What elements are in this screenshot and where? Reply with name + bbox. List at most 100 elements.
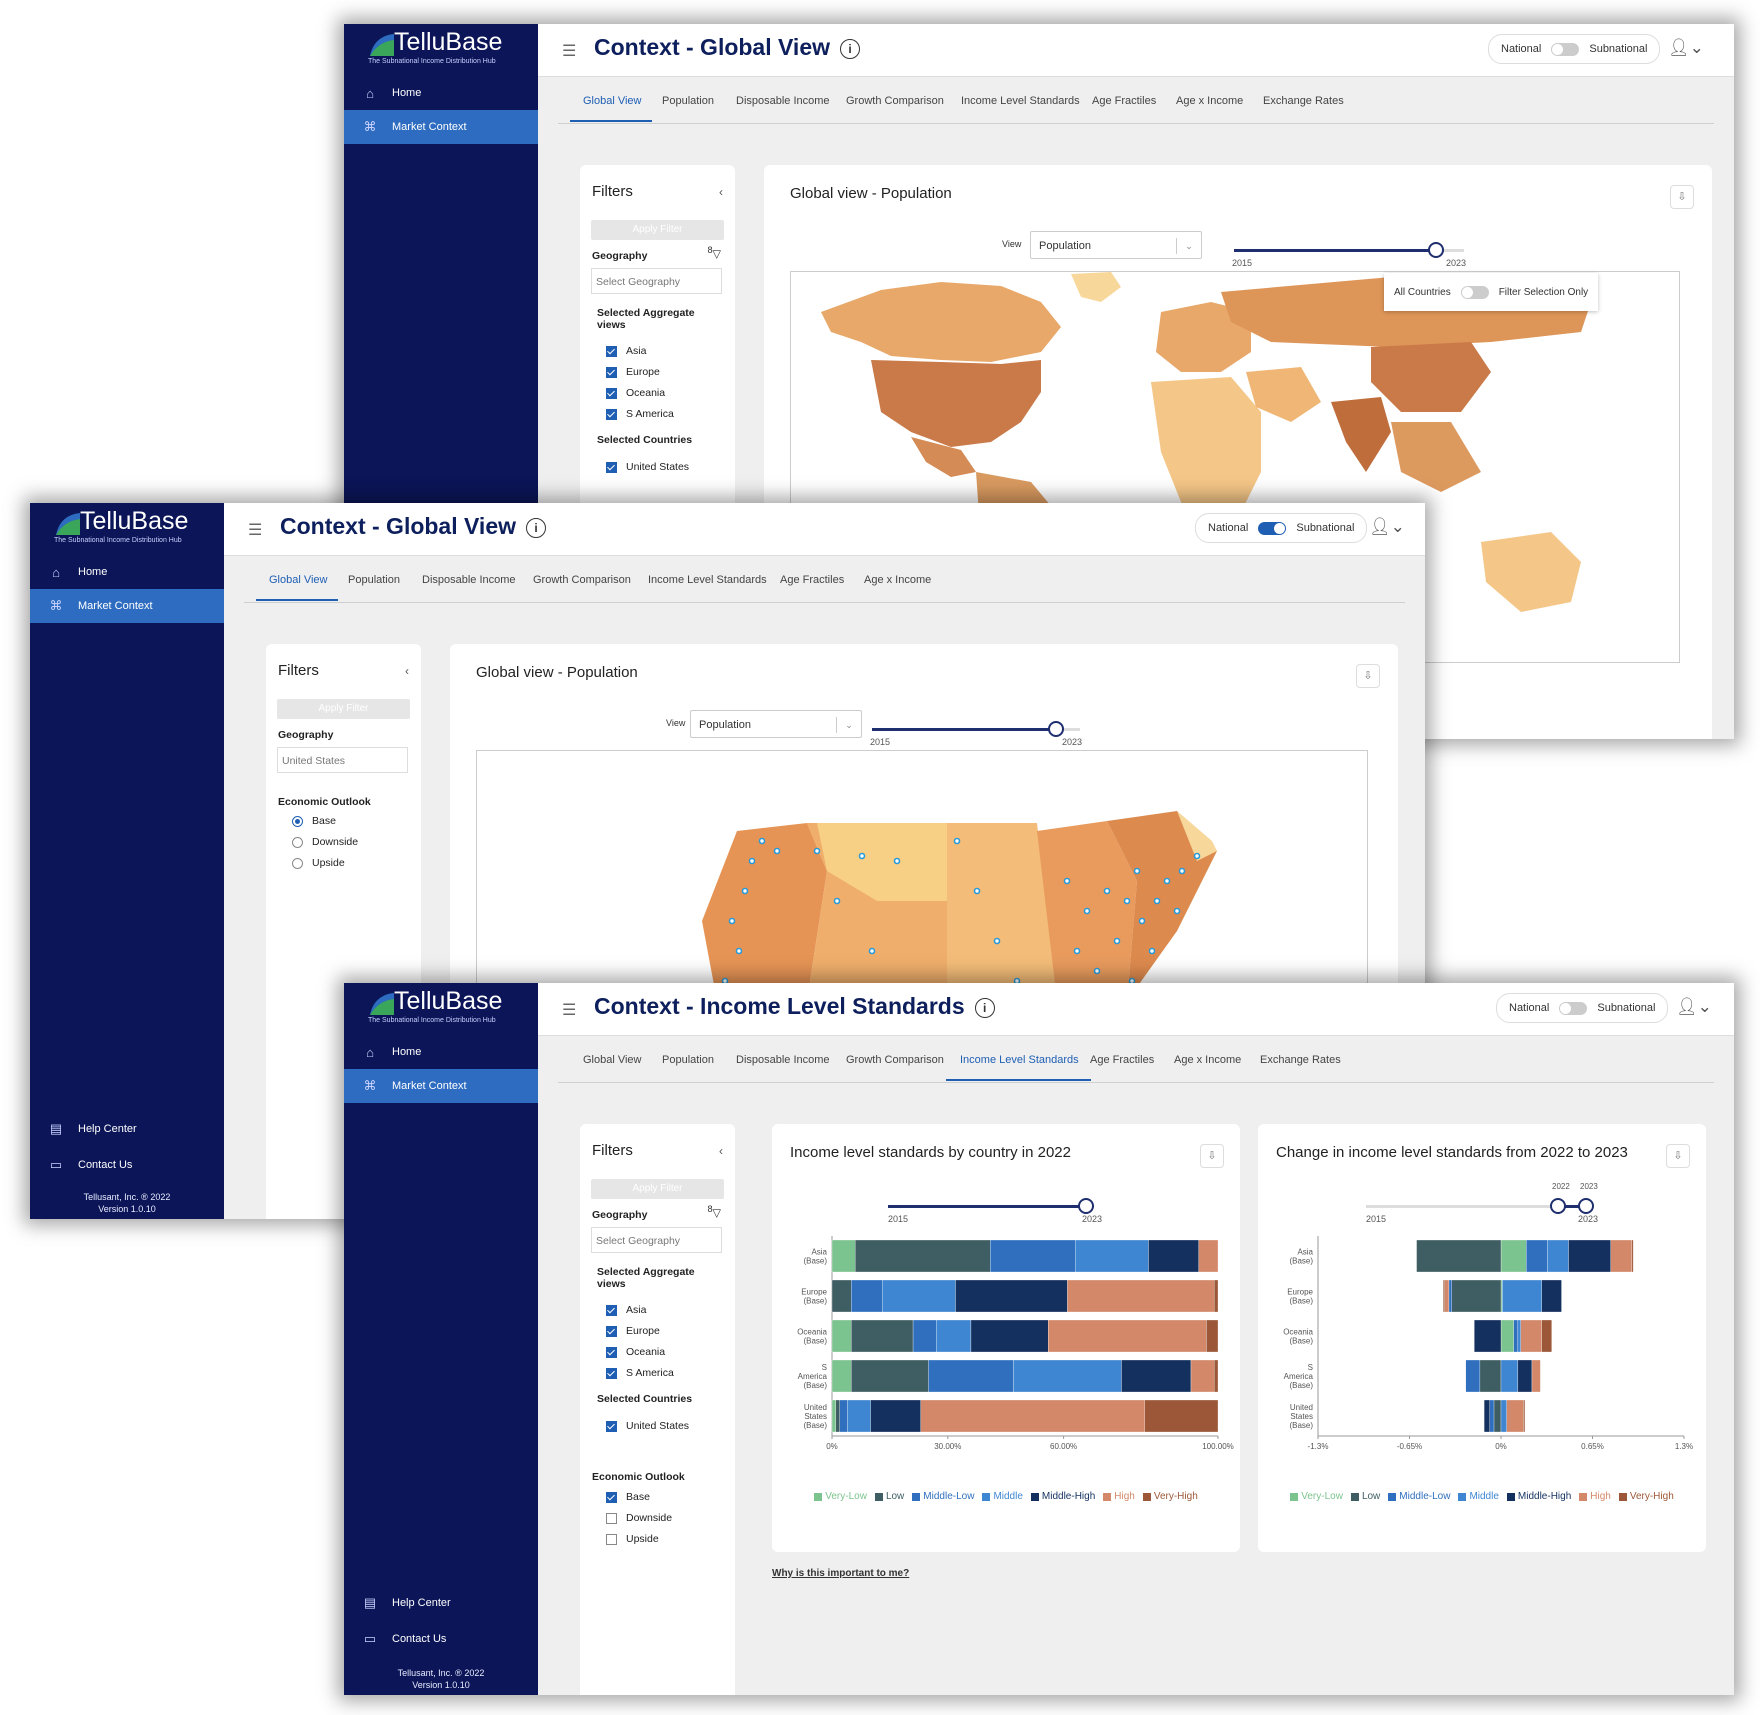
bar-segment-low[interactable] [835,1399,840,1433]
bar-segment-high[interactable] [1531,1359,1541,1393]
bar-segment-high[interactable] [920,1399,1145,1433]
bar-segment-middle-low[interactable] [1489,1399,1495,1433]
legend-item-low[interactable]: Low [874,1491,904,1502]
bar-segment-high[interactable] [1520,1319,1542,1353]
legend-item-high[interactable]: High [1579,1491,1611,1502]
bar-segment-very-high[interactable] [1213,1279,1219,1313]
hamburger-menu-icon[interactable]: ☰ [248,520,262,540]
bar-segment-middle-low[interactable] [839,1399,848,1433]
tab-disposable-income[interactable]: Disposable Income [736,1054,830,1066]
bar-segment-middle-low[interactable] [851,1279,883,1313]
legend-item-middle-low[interactable]: Middle-Low [912,1491,974,1502]
geography-input[interactable]: United States [277,747,408,773]
map-india[interactable] [1331,397,1391,472]
legend-item-very-high[interactable]: Very-High [1142,1491,1198,1502]
checkbox-europe[interactable]: Europe [606,366,660,378]
radio-button[interactable] [292,836,303,848]
checkbox-upside[interactable]: Upside [606,1533,659,1545]
bar-segment-middle-high[interactable] [1474,1319,1502,1353]
map-country-toggle[interactable]: All Countries Filter Selection Only [1384,273,1599,311]
radio-upside[interactable]: Upside [292,857,345,869]
collapse-chevron-icon[interactable]: ‹ [405,664,409,678]
tab-disposable-income[interactable]: Disposable Income [736,95,830,107]
tab-growth-comparison[interactable]: Growth Comparison [533,574,631,586]
tab-income-level-standards[interactable]: Income Level Standards [961,95,1080,107]
bar-segment-very-low[interactable] [831,1399,837,1433]
tab-age-x-income[interactable]: Age x Income [864,574,931,586]
tab-global-view[interactable]: Global View [583,1054,642,1066]
legend-item-very-low[interactable]: Very-Low [1290,1491,1343,1502]
checkbox-box[interactable] [606,1533,617,1545]
tab-age-x-income[interactable]: Age x Income [1174,1054,1241,1066]
checkbox-asia[interactable]: Asia [606,345,646,357]
nav-home[interactable]: ⌂ Home [30,555,224,589]
user-account-icon[interactable]: 👤︎⌄ [1676,997,1712,1017]
bar-segment-middle[interactable] [1547,1239,1569,1273]
year-range-handle-hi[interactable] [1578,1198,1594,1214]
tellubase-logo[interactable]: TelluBase The Subnational Income Distrib… [368,28,518,68]
checkbox-united-states[interactable]: United States [606,1420,689,1432]
tab-age-x-income[interactable]: Age x Income [1176,95,1243,107]
nav-contact-us[interactable]: ▭ Contact Us [30,1148,224,1182]
bar-segment-middle[interactable] [1500,1359,1519,1393]
nav-market-context[interactable]: ⌘ Market Context [30,589,224,623]
bar-segment-high[interactable] [1048,1319,1207,1353]
us-state-map[interactable] [476,750,1368,1002]
collapse-chevron-icon[interactable]: ‹ [719,185,723,199]
checkbox-oceania[interactable]: Oceania [606,387,665,399]
bar-segment-very-high[interactable] [1443,1279,1445,1313]
tab-income-level-standards[interactable]: Income Level Standards [960,1054,1079,1066]
radio-downside[interactable]: Downside [292,836,358,848]
bar-segment-middle-low[interactable] [1465,1359,1481,1393]
collapse-chevron-icon[interactable]: ‹ [719,1144,723,1158]
bar-segment-middle-low[interactable] [1526,1239,1548,1273]
tab-disposable-income[interactable]: Disposable Income [422,574,516,586]
bar-segment-middle-low[interactable] [1513,1319,1519,1353]
filter-funnel-icon[interactable]: 8▽ [707,1204,721,1220]
info-icon[interactable]: i [526,517,546,538]
tab-global-view[interactable]: Global View [269,574,328,586]
bar-segment-middle[interactable] [1500,1399,1507,1433]
bar-segment-high[interactable] [1610,1239,1633,1273]
bar-segment-middle[interactable] [936,1319,972,1353]
radio-base[interactable]: Base [292,815,336,827]
nav-market-context[interactable]: ⌘ Market Context [344,110,538,144]
bar-segment-low[interactable] [855,1239,991,1273]
tab-exchange-rates[interactable]: Exchange Rates [1260,1054,1341,1066]
tab-age-fractiles[interactable]: Age Fractiles [1092,95,1156,107]
map-se-asia[interactable] [1391,422,1481,492]
bar-segment-middle-high[interactable] [1541,1279,1562,1313]
hamburger-menu-icon[interactable]: ☰ [562,1000,576,1020]
checkbox-box[interactable] [606,1491,617,1503]
bar-segment-middle-high[interactable] [1148,1239,1199,1273]
radio-button[interactable] [292,857,303,869]
toggle-switch[interactable] [1551,42,1580,56]
year-slider-handle[interactable] [1048,721,1064,737]
year-slider-handle[interactable] [1078,1198,1094,1214]
bar-segment-middle-high[interactable] [955,1279,1068,1313]
tab-age-fractiles[interactable]: Age Fractiles [1090,1054,1154,1066]
bar-segment-very-high[interactable] [1206,1319,1219,1353]
legend-item-middle[interactable]: Middle [1458,1491,1499,1502]
tab-income-level-standards[interactable]: Income Level Standards [648,574,767,586]
download-icon[interactable]: ⇩ [1670,185,1694,209]
geography-input[interactable]: Select Geography [591,268,722,294]
user-account-icon[interactable]: 👤︎⌄ [1668,38,1704,58]
apply-filter-button[interactable]: Apply Filter [591,220,724,240]
checkbox-box[interactable] [606,408,617,420]
bar-segment-middle[interactable] [1517,1319,1521,1353]
tab-population[interactable]: Population [662,95,714,107]
apply-filter-button[interactable]: Apply Filter [277,699,410,719]
national-subnational-toggle[interactable]: National Subnational [1488,34,1661,64]
bar-segment-high[interactable] [1506,1399,1524,1433]
checkbox-box[interactable] [606,1325,617,1337]
map-canada[interactable] [821,282,1061,362]
checkbox-asia[interactable]: Asia [606,1304,646,1316]
view-select[interactable]: Population ⌄ [690,710,862,738]
checkbox-downside[interactable]: Downside [606,1512,672,1524]
checkbox-box[interactable] [606,1367,617,1379]
map-toggle-switch[interactable] [1460,285,1489,299]
why-important-link[interactable]: Why is this important to me? [772,1568,909,1579]
download-icon[interactable]: ⇩ [1200,1144,1224,1168]
bar-segment-middle-low[interactable] [1448,1279,1452,1313]
